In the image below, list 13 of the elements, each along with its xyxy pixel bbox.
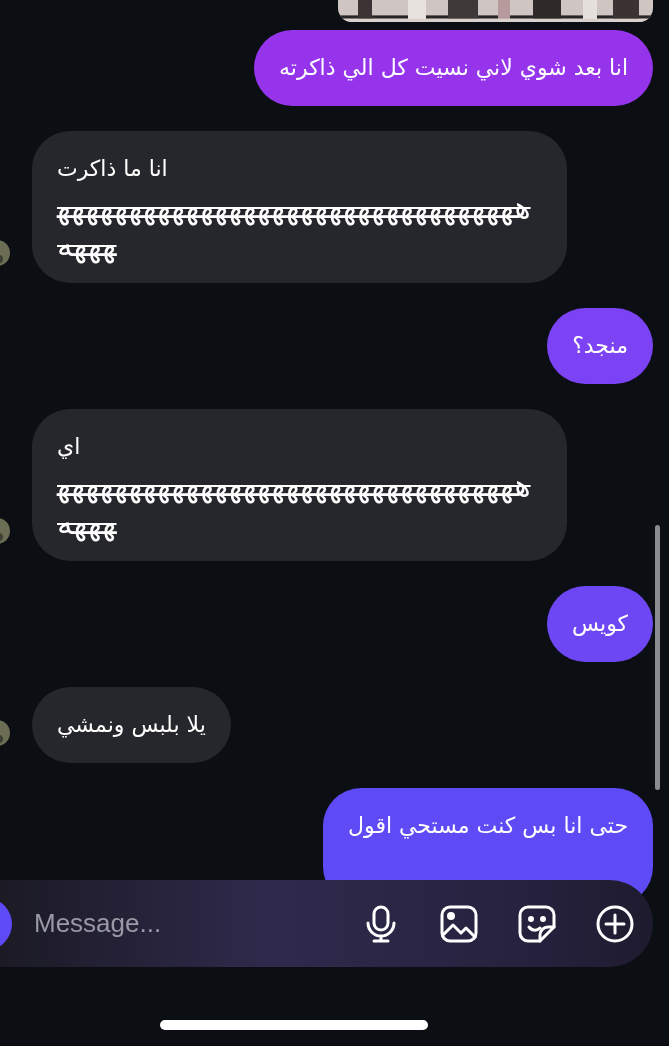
sticker-icon[interactable]	[517, 903, 557, 944]
add-icon[interactable]	[595, 903, 635, 944]
message-text: اي	[57, 433, 82, 461]
message-text: يلا بلبس ونمشي	[57, 711, 206, 740]
message-text: انا ما ذاكرت	[57, 155, 169, 183]
image-icon[interactable]	[439, 903, 479, 944]
message-text: كويس	[572, 610, 628, 638]
message-text: ههههههههههههههههههههههههههههههههههههه	[57, 188, 532, 264]
message-text: حتى انا بس كنت مستحي اقول	[348, 812, 628, 841]
message-text: ههههههههههههههههههههههههههههههههههههه	[57, 466, 532, 542]
message-input[interactable]: Message...	[32, 903, 292, 944]
message-text: منجد؟	[572, 332, 628, 360]
message-text: انا بعد شوي لاني نسيت كل الي ذاكرته	[279, 54, 628, 83]
